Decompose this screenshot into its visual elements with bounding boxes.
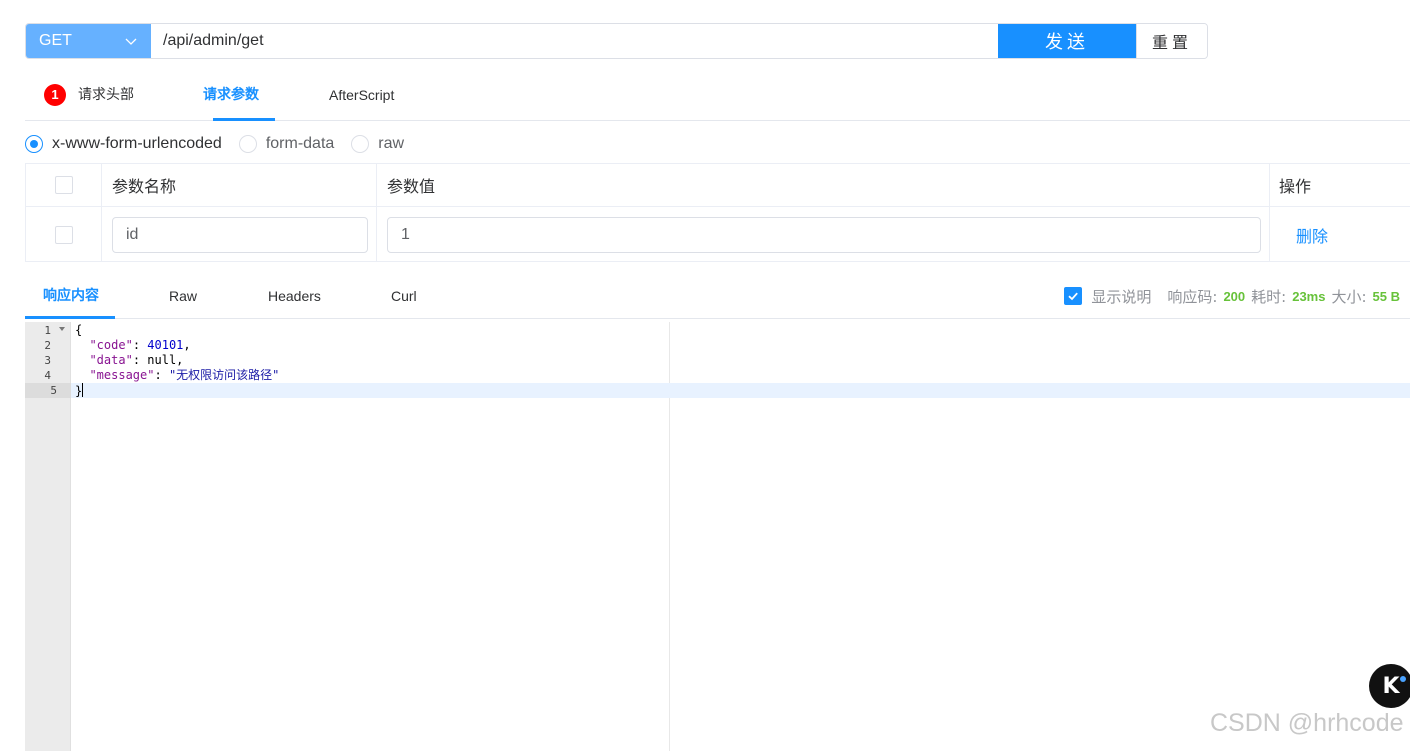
send-button[interactable]: 发送 (998, 24, 1136, 58)
request-bar: GET 发送 重置 (25, 23, 1208, 59)
elapsed-time-value: 23ms (1292, 288, 1326, 304)
checkmark-icon (1068, 292, 1079, 301)
response-size-value: 55 B (1372, 288, 1400, 304)
tab-response-headers[interactable]: Headers (268, 275, 321, 319)
response-size-label: 大小: (1331, 287, 1367, 306)
active-tab-indicator (25, 316, 115, 319)
code-content: { "code": 40101, "data": null, "message"… (71, 323, 1410, 398)
show-description-label: 显示说明 (1091, 287, 1152, 306)
row-checkbox[interactable] (54, 225, 73, 244)
chevron-down-icon (125, 38, 137, 45)
delete-param-link[interactable]: 删除 (1279, 223, 1328, 247)
tab-afterscript[interactable]: AfterScript (329, 75, 394, 121)
line-number: 2 (44, 339, 51, 352)
line-number: 4 (44, 369, 51, 382)
code-line: "message": "无权限访问该路径" (89, 368, 280, 382)
params-table: 参数名称 参数值 操作 删除 (25, 163, 1410, 262)
radio-x-www-form-urlencoded[interactable]: x-www-form-urlencoded (25, 135, 222, 153)
tab-request-params[interactable]: 请求参数 (203, 75, 259, 121)
line-number: 3 (44, 354, 51, 367)
text-cursor (82, 383, 84, 397)
line-number-active: 5 (25, 383, 71, 398)
param-operation-cell: 删除 (1270, 207, 1410, 262)
status-code-label: 响应码: (1167, 287, 1218, 306)
tab-response-content[interactable]: 响应内容 (43, 275, 99, 319)
watermark-logo-letter: K (1382, 673, 1400, 699)
table-row: 删除 (26, 207, 1410, 262)
open-brace: { (75, 323, 83, 337)
response-tabs: 响应内容 Raw Headers Curl 显示说明 响应码: 200 耗时: … (25, 275, 1410, 319)
tab-response-curl[interactable]: Curl (391, 275, 417, 319)
json-key-message: "message" (89, 368, 155, 382)
line-number-gutter: 1 2 3 4 5 (25, 322, 71, 751)
code-line-active: } (71, 383, 1410, 398)
param-name-input[interactable] (112, 216, 368, 253)
tab-response-raw[interactable]: Raw (169, 275, 197, 319)
tab-afterscript-label: AfterScript (329, 87, 395, 103)
json-value-data: null (147, 353, 177, 367)
column-header-value: 参数值 (377, 164, 1270, 206)
param-name-cell (102, 207, 377, 262)
select-all-checkbox[interactable] (54, 176, 73, 194)
headers-count-badge: 1 (44, 84, 66, 106)
radio-form-data[interactable]: form-data (238, 135, 335, 153)
radio-raw[interactable]: raw (351, 135, 404, 153)
code-line: "data": null, (89, 353, 184, 367)
close-brace: } (75, 384, 83, 398)
tab-request-headers[interactable]: 1 请求头部 (44, 75, 134, 121)
code-line: "code": 40101, (89, 338, 191, 352)
json-key-data: "data" (89, 353, 133, 367)
reset-button[interactable]: 重置 (1136, 24, 1207, 58)
url-input[interactable] (151, 24, 998, 58)
elapsed-time-label: 耗时: (1251, 287, 1287, 306)
radio-label: form-data (265, 135, 335, 152)
radio-label: raw (378, 135, 405, 152)
code-line: { (75, 323, 1410, 338)
fold-arrow-icon[interactable] (59, 327, 65, 331)
json-value-message: "无权限访问该路径" (168, 368, 280, 382)
column-header-operation: 操作 (1279, 177, 1312, 196)
param-value-cell (377, 207, 1270, 262)
json-key-code: "code" (89, 338, 133, 352)
watermark-text: CSDN @hrhcode (1210, 709, 1404, 737)
param-value-input[interactable] (387, 216, 1261, 253)
response-meta: 显示说明 响应码: 200 耗时: 23ms 大小: 55 B (1064, 275, 1400, 317)
active-tab-indicator (213, 118, 275, 121)
radio-checked-icon (25, 135, 43, 153)
logo-dot (1400, 676, 1406, 682)
column-header-name: 参数名称 (102, 164, 377, 206)
method-select[interactable]: GET (26, 24, 151, 58)
response-code-editor[interactable]: 1 2 3 4 5 { "code": 40101, "data": null,… (25, 322, 1410, 751)
tab-request-headers-label: 请求头部 (78, 87, 134, 103)
show-description-checkbox[interactable] (1064, 287, 1083, 305)
header-select-cell (26, 164, 102, 206)
request-tabs: 1 请求头部 请求参数 AfterScript (25, 75, 1410, 121)
method-value: GET (39, 32, 72, 49)
radio-label: x-www-form-urlencoded (52, 135, 222, 152)
body-type-radio-group: x-www-form-urlencoded form-data raw (25, 132, 421, 156)
watermark-logo-icon: K (1369, 664, 1410, 708)
tab-request-params-label: 请求参数 (203, 87, 259, 103)
table-header-row: 参数名称 参数值 操作 (26, 164, 1410, 207)
radio-unchecked-icon (351, 135, 370, 153)
row-select-cell (26, 207, 102, 262)
status-code-value: 200 (1223, 288, 1246, 304)
radio-unchecked-icon (238, 135, 257, 153)
json-value-code: 40101 (147, 338, 184, 352)
